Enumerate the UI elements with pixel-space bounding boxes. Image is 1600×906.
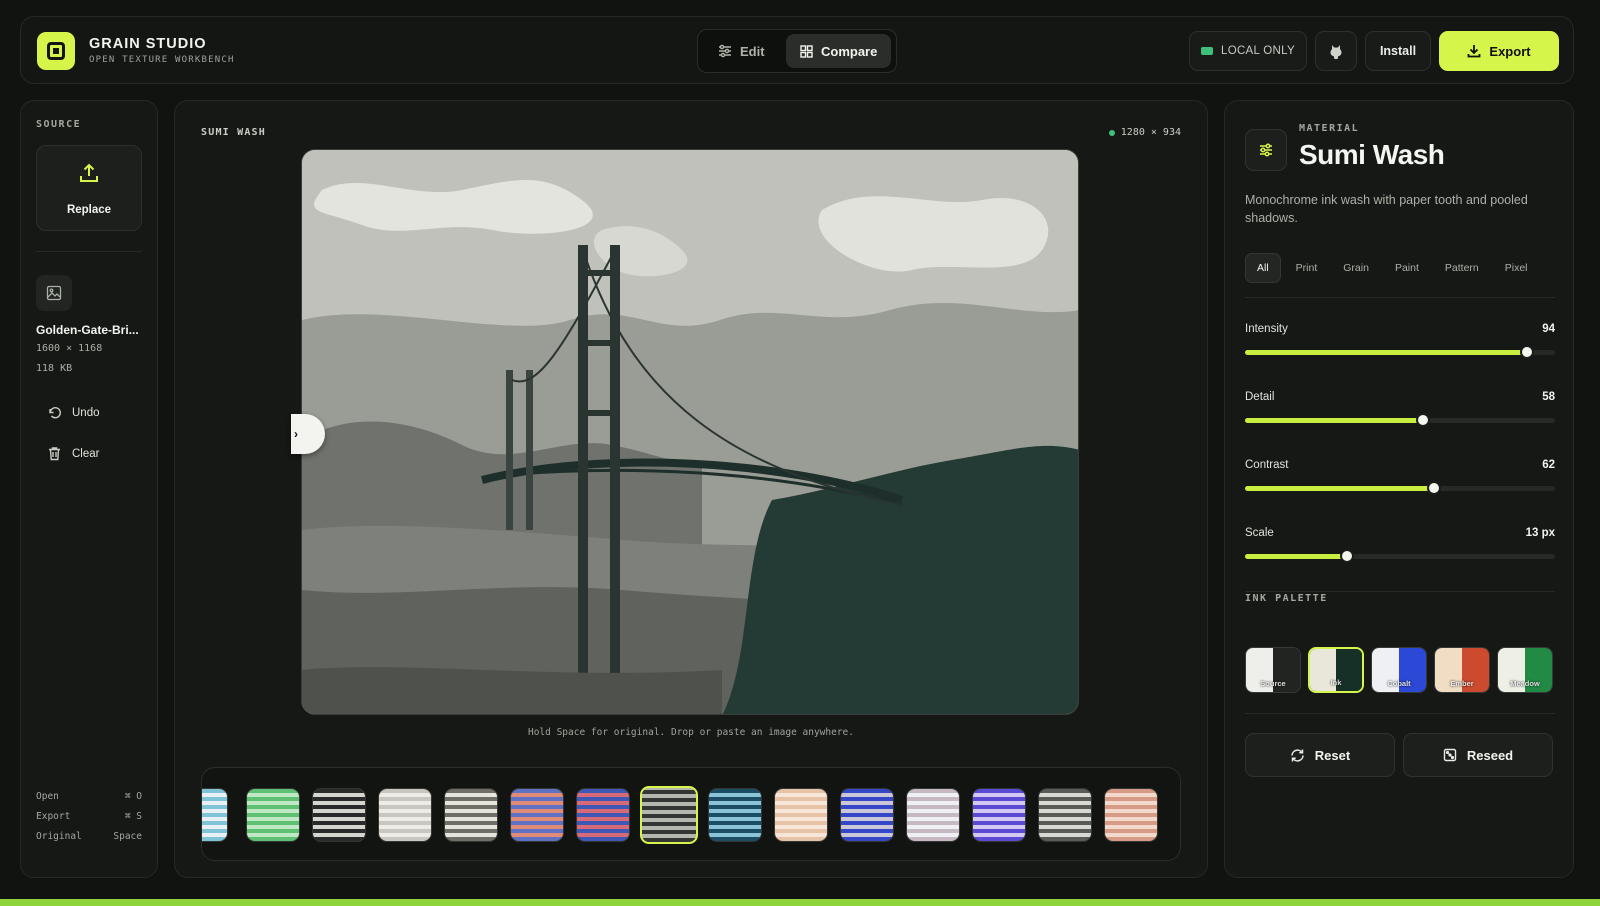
output-dimensions: 1280 × 934	[1108, 127, 1181, 138]
detail-slider-handle[interactable]	[1416, 413, 1431, 427]
sidebar-divider	[36, 251, 142, 252]
material-swatch[interactable]	[774, 788, 828, 842]
trash-icon	[49, 447, 60, 461]
material-swatch[interactable]	[708, 788, 762, 842]
panel-divider	[1245, 297, 1555, 298]
material-panel: MATERIAL Sumi Wash Monochrome ink wash w…	[1224, 100, 1574, 878]
ink-palette-label: INK PALETTE	[1245, 593, 1328, 604]
material-swatch[interactable]	[510, 788, 564, 842]
status-dot-icon	[1108, 129, 1115, 136]
shortcut-open: Open ⌘ O	[36, 791, 142, 802]
filter-grain[interactable]: Grain	[1332, 253, 1380, 283]
material-name: Sumi Wash	[1299, 139, 1445, 170]
replace-button[interactable]: Replace	[36, 145, 142, 231]
material-swatch[interactable]	[444, 788, 498, 842]
replace-label: Replace	[66, 204, 112, 216]
palette-label: Meadow	[1510, 679, 1540, 688]
material-swatch[interactable]	[1038, 788, 1092, 842]
preview-image	[302, 150, 1078, 714]
app-frame: GRAIN STUDIO OPEN TEXTURE WORKBENCH Edit…	[0, 0, 1600, 906]
palette-ink[interactable]: Ink	[1308, 647, 1364, 693]
material-swatch[interactable]	[640, 786, 698, 844]
tab-compare[interactable]: Compare	[786, 34, 892, 68]
material-swatch[interactable]	[246, 788, 300, 842]
grid-icon	[800, 44, 813, 58]
palette-cobalt[interactable]: Cobalt	[1371, 647, 1427, 693]
shortcut-original: Original Space	[36, 831, 142, 842]
github-button[interactable]	[1315, 31, 1357, 71]
palette-source[interactable]: Source	[1245, 647, 1301, 693]
material-swatch[interactable]	[576, 788, 630, 842]
material-swatch[interactable]	[1104, 788, 1158, 842]
local-only-badge: LOCAL ONLY	[1189, 31, 1307, 71]
clear-label: Clear	[72, 447, 100, 460]
tab-edit-label: Edit	[740, 43, 765, 59]
filter-paint[interactable]: Paint	[1384, 253, 1430, 283]
brand-title: GRAIN STUDIO	[89, 36, 207, 52]
status-dot-icon	[1201, 47, 1214, 55]
filter-all[interactable]: All	[1245, 253, 1281, 283]
clear-button[interactable]: Clear	[47, 446, 99, 461]
material-description: Monochrome ink wash with paper tooth and…	[1245, 193, 1528, 225]
palette-label: Cobalt	[1387, 679, 1411, 688]
file-name: Golden-Gate-Bri...	[36, 323, 139, 337]
undo-icon	[49, 407, 61, 419]
material-label: MATERIAL	[1299, 123, 1360, 134]
refresh-icon	[1291, 748, 1304, 762]
tab-compare-label: Compare	[821, 43, 878, 59]
palette-label: Ember	[1450, 679, 1474, 688]
contrast-slider-handle[interactable]	[1427, 481, 1442, 495]
download-icon	[1468, 45, 1481, 58]
undo-button[interactable]: Undo	[47, 405, 100, 420]
material-strip	[201, 767, 1181, 861]
filter-print[interactable]: Print	[1285, 253, 1329, 283]
palette-meadow[interactable]: Meadow	[1497, 647, 1553, 693]
material-swatch[interactable]	[972, 788, 1026, 842]
mode-switch: Edit Compare	[697, 29, 897, 73]
undo-label: Undo	[72, 406, 100, 419]
shortcut-export: Export ⌘ S	[36, 811, 142, 822]
palette-label: Source	[1260, 679, 1286, 688]
reseed-button[interactable]: Reseed	[1403, 733, 1553, 777]
logo-icon	[37, 32, 75, 70]
material-swatch[interactable]	[378, 788, 432, 842]
source-section-label: SOURCE	[36, 119, 82, 130]
dice-icon	[1443, 748, 1457, 762]
image-preview[interactable]	[301, 149, 1079, 715]
palette-label: Ink	[1330, 678, 1342, 687]
palette-ember[interactable]: Ember	[1434, 647, 1490, 693]
tab-edit[interactable]: Edit	[704, 34, 779, 68]
github-icon	[1330, 45, 1342, 59]
material-swatch[interactable]	[312, 788, 366, 842]
brand-subtitle: OPEN TEXTURE WORKBENCH	[89, 55, 235, 65]
preview-title: SUMI WASH	[201, 127, 266, 138]
scale-slider-handle[interactable]	[1340, 549, 1355, 563]
image-file-icon	[36, 275, 72, 311]
export-label: Export	[1489, 43, 1531, 59]
local-only-label: LOCAL ONLY	[1221, 45, 1295, 57]
sliders-icon	[719, 44, 731, 58]
panel-divider	[1245, 713, 1555, 714]
material-swatch[interactable]	[906, 788, 960, 842]
filter-pixel[interactable]: Pixel	[1494, 253, 1539, 283]
filter-pattern[interactable]: Pattern	[1434, 253, 1490, 283]
upload-icon	[80, 163, 98, 182]
reset-label: Reset	[1314, 747, 1351, 763]
panel-divider	[1245, 591, 1555, 592]
reseed-label: Reseed	[1466, 747, 1514, 763]
filter-tabs: All Print Grain Paint Pattern Pixel	[1245, 253, 1539, 283]
top-bar: GRAIN STUDIO OPEN TEXTURE WORKBENCH Edit…	[20, 16, 1574, 84]
preview-panel: SUMI WASH 1280 × 934 › Hold Space for or…	[174, 100, 1208, 878]
file-dimensions: 1600 × 1168	[36, 343, 103, 354]
material-swatch[interactable]	[202, 788, 228, 842]
file-size: 118 KB	[36, 363, 73, 374]
reset-button[interactable]: Reset	[1245, 733, 1395, 777]
install-button[interactable]: Install	[1365, 31, 1431, 71]
drop-hint: Hold Space for original. Drop or paste a…	[527, 727, 854, 738]
adjust-icon	[1245, 129, 1287, 171]
export-button[interactable]: Export	[1439, 31, 1559, 71]
material-swatch[interactable]	[840, 788, 894, 842]
intensity-slider-handle[interactable]	[1520, 345, 1535, 359]
source-sidebar: SOURCE Replace Golden-Gate-Bri... 1600 ×…	[20, 100, 158, 878]
